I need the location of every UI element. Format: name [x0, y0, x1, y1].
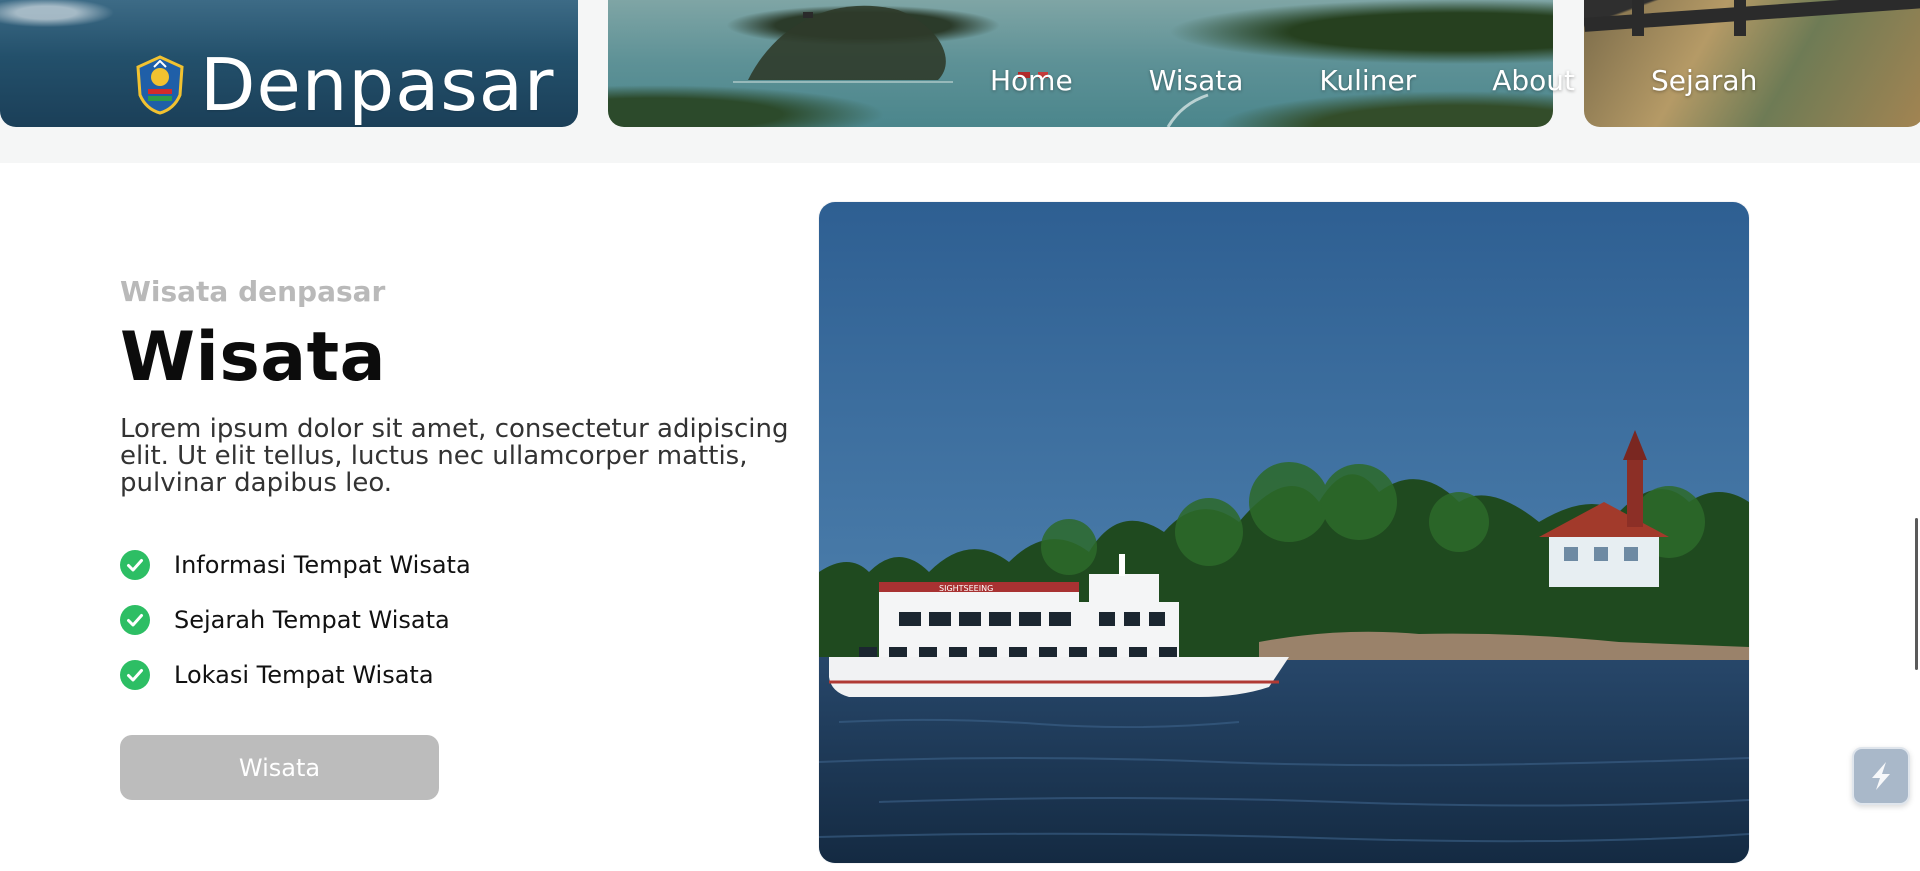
- nav-wisata[interactable]: Wisata: [1149, 63, 1244, 99]
- main-nav: Home Wisata Kuliner About Sejarah: [990, 63, 1757, 99]
- ferry-illustration: SIGHTSEEING: [819, 202, 1749, 863]
- nav-kuliner[interactable]: Kuliner: [1319, 63, 1416, 99]
- section-eyebrow: Wisata denpasar: [120, 275, 386, 308]
- nav-about[interactable]: About: [1492, 63, 1575, 99]
- feature-item: Informasi Tempat Wisata: [120, 537, 820, 592]
- feature-label: Lokasi Tempat Wisata: [174, 660, 434, 689]
- brand[interactable]: Denpasar: [134, 40, 554, 130]
- wisata-section: Wisata denpasar Wisata Lorem ipsum dolor…: [120, 270, 820, 800]
- denpasar-emblem-icon: [136, 55, 184, 115]
- brand-title: Denpasar: [200, 43, 555, 127]
- nav-home[interactable]: Home: [990, 63, 1073, 99]
- check-circle-icon: [120, 659, 150, 690]
- feature-item: Sejarah Tempat Wisata: [120, 592, 820, 647]
- railing-post: [1734, 0, 1746, 36]
- bolt-icon: [1872, 762, 1890, 790]
- nav-sejarah[interactable]: Sejarah: [1651, 63, 1757, 99]
- page: Denpasar Home Wisata Kuliner About Sejar…: [0, 0, 1920, 871]
- wisata-button[interactable]: Wisata: [120, 735, 439, 800]
- hero-header: Denpasar Home Wisata Kuliner About Sejar…: [0, 0, 1920, 163]
- boat-sign: SIGHTSEEING: [939, 584, 993, 593]
- section-description: Lorem ipsum dolor sit amet, consectetur …: [120, 414, 789, 498]
- feature-list: Informasi Tempat Wisata Sejarah Tempat W…: [120, 537, 820, 702]
- feature-label: Sejarah Tempat Wisata: [174, 605, 450, 634]
- scrollbar-thumb[interactable]: [1915, 518, 1918, 670]
- check-circle-icon: [120, 549, 150, 580]
- feature-label: Informasi Tempat Wisata: [174, 550, 471, 579]
- railing-post: [1632, 0, 1644, 36]
- check-circle-icon: [120, 604, 150, 635]
- floating-widget-button[interactable]: [1852, 747, 1910, 805]
- feature-item: Lokasi Tempat Wisata: [120, 647, 820, 702]
- section-heading: Wisata: [120, 318, 387, 397]
- ferry-photo: SIGHTSEEING: [819, 202, 1749, 863]
